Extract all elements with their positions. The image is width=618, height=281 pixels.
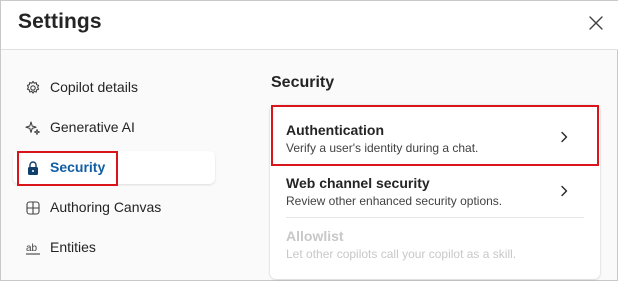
svg-text:ab: ab (26, 243, 38, 254)
sidebar-item-label: Copilot details (50, 79, 138, 95)
dialog-title: Settings (18, 10, 102, 33)
sidebar-item-label: Entities (50, 239, 96, 255)
grid-icon (25, 200, 41, 216)
option-web-channel-security[interactable]: Web channel security Review other enhanc… (270, 165, 600, 217)
sidebar-item-label: Generative AI (50, 119, 135, 135)
option-allowlist: Allowlist Let other copilots call your c… (270, 217, 600, 273)
close-icon[interactable] (584, 11, 608, 35)
settings-dialog: Settings Copilot details Generative AI S… (0, 0, 618, 281)
option-title: Allowlist (286, 228, 344, 244)
option-description: Let other copilots call your copilot as … (286, 247, 517, 261)
sidebar-item-entities[interactable]: ab Entities (13, 231, 215, 264)
authentication-highlight-box (271, 105, 599, 166)
chevron-right-icon (557, 184, 571, 198)
entities-icon: ab (25, 240, 41, 256)
sidebar-item-copilot-details[interactable]: Copilot details (13, 71, 215, 104)
dialog-header: Settings (1, 1, 618, 50)
sparkle-icon (25, 120, 41, 136)
sidebar-item-authoring-canvas[interactable]: Authoring Canvas (13, 191, 215, 224)
sidebar-item-label: Authoring Canvas (50, 199, 162, 215)
security-highlight-box (17, 151, 118, 186)
option-description: Review other enhanced security options. (286, 194, 503, 208)
section-title: Security (271, 74, 335, 91)
sidebar-item-generative-ai[interactable]: Generative AI (13, 111, 215, 144)
option-title: Web channel security (286, 175, 430, 191)
gear-icon (25, 80, 41, 96)
